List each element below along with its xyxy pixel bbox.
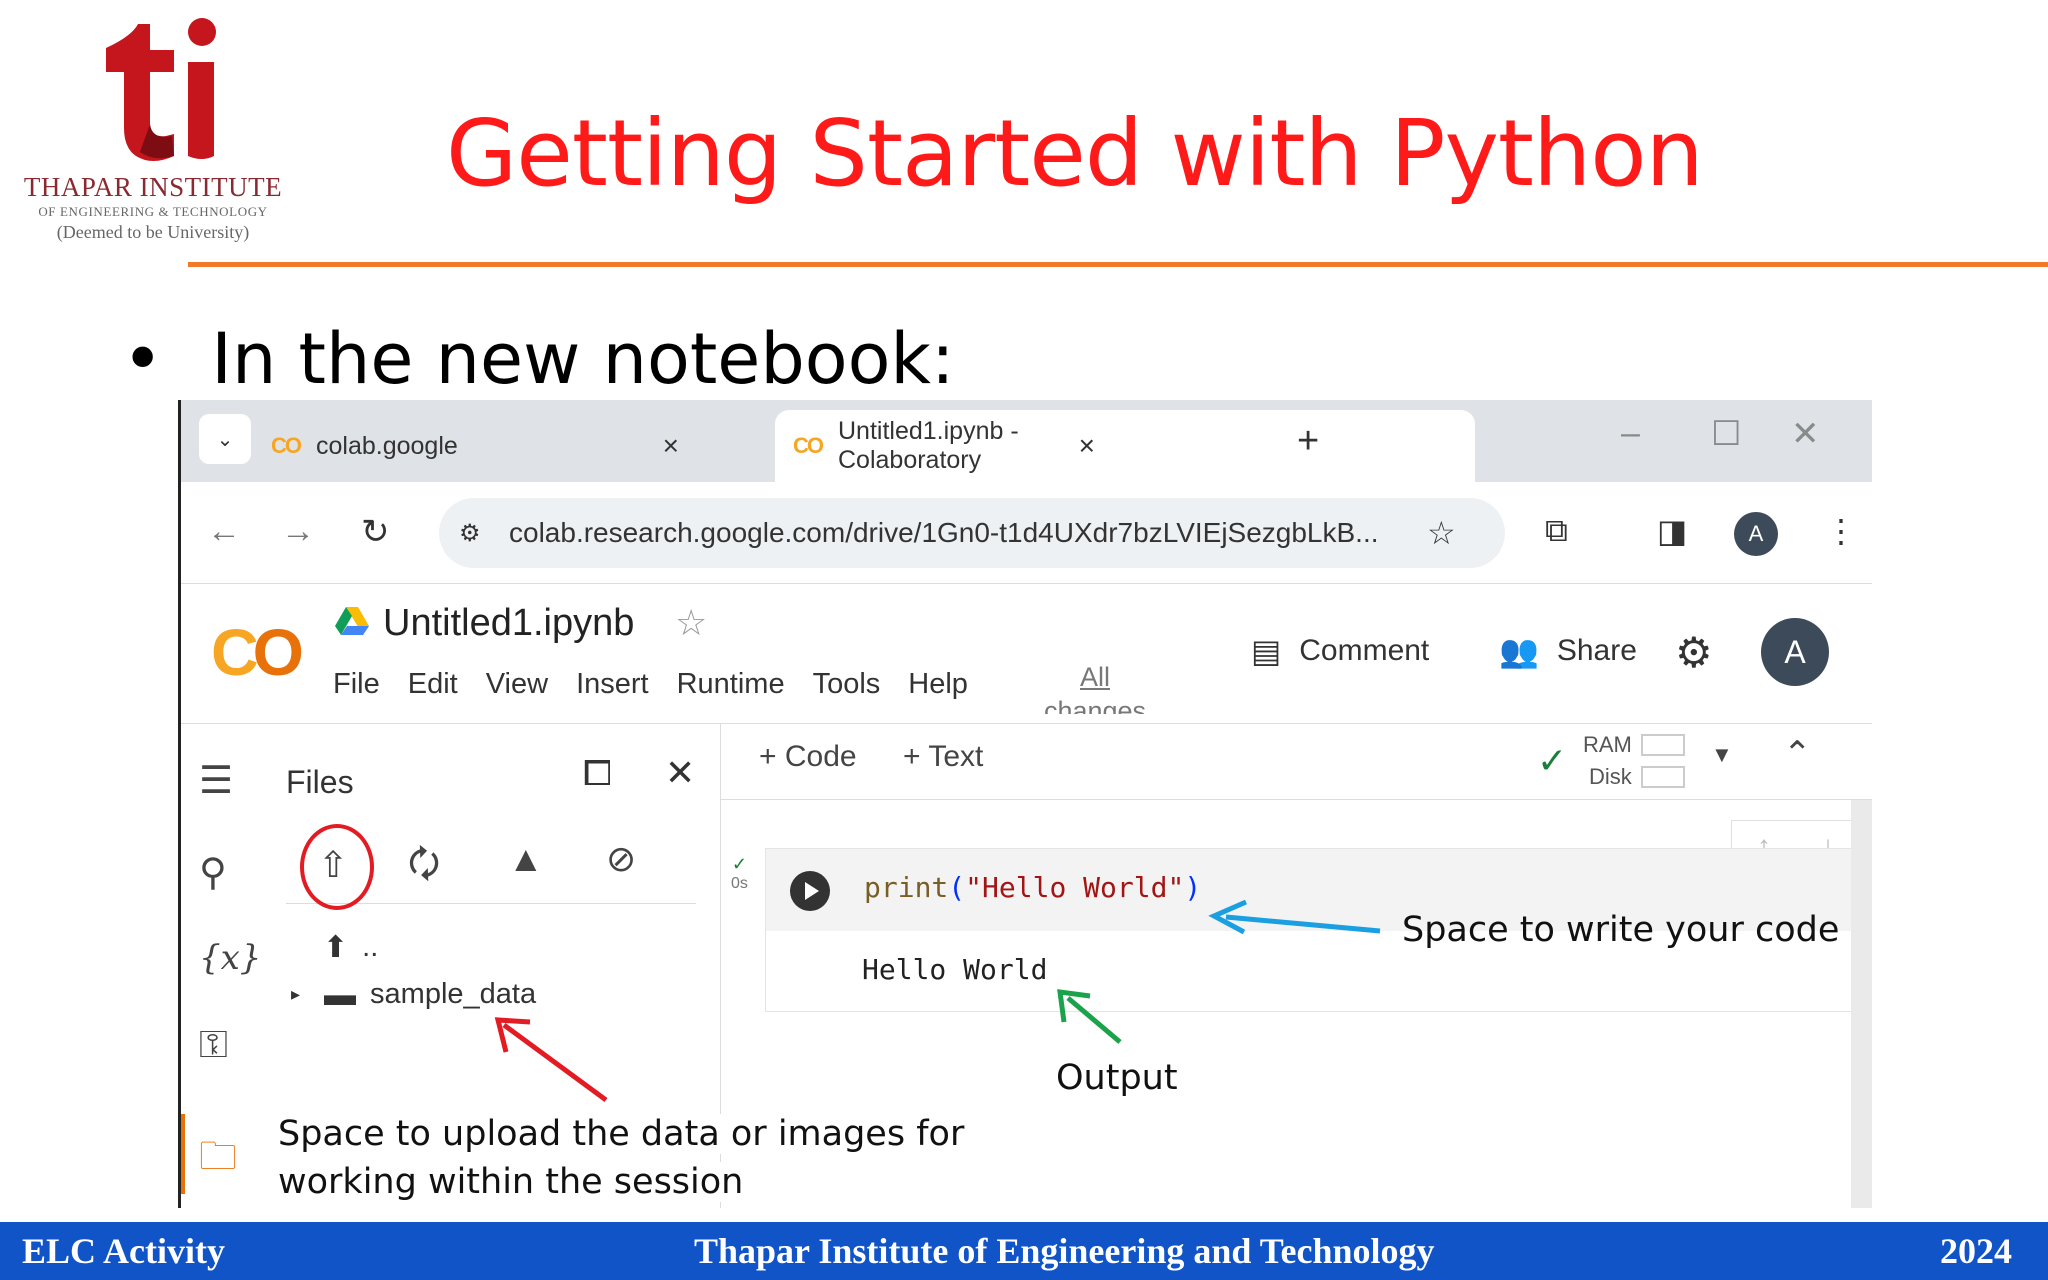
slide-footer: ELC Activity Thapar Institute of Enginee… bbox=[0, 1222, 2048, 1280]
footer-right: 2024 bbox=[1940, 1231, 2012, 1271]
output-arrow bbox=[1057, 989, 1122, 1044]
annotation-output: Output bbox=[1056, 1058, 1178, 1098]
annotation-upload-line2: working within the session bbox=[278, 1162, 750, 1202]
code-arrow bbox=[1208, 899, 1381, 935]
annotation-code-space: Space to write your code bbox=[1402, 910, 1840, 950]
footer-left: ELC Activity bbox=[22, 1231, 225, 1271]
annotation-upload-line1: Space to upload the data or images for bbox=[278, 1114, 971, 1154]
footer-center: Thapar Institute of Engineering and Tech… bbox=[694, 1231, 1435, 1271]
annotation-arrows bbox=[494, 899, 1381, 1103]
upload-arrow bbox=[494, 1017, 608, 1103]
